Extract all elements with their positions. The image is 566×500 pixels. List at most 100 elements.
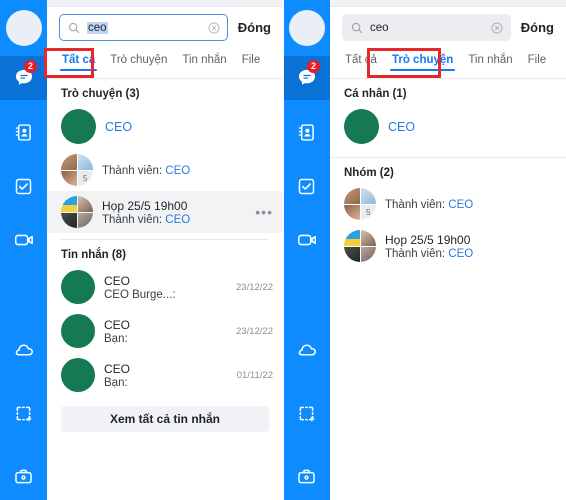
more-options-icon[interactable]: •••	[255, 205, 273, 219]
search-value-wrap: ceo	[87, 21, 202, 34]
group-avatar: 5	[344, 188, 376, 220]
avatar-tile	[360, 230, 376, 246]
tab-file[interactable]: File	[526, 52, 549, 73]
tab-file[interactable]: File	[240, 52, 263, 73]
tab-tro-chuyen[interactable]: Trò chuyện	[389, 52, 456, 73]
search-input[interactable]: ceo	[342, 14, 511, 41]
list-item[interactable]: Họp 25/5 19h00 Thành viên: CEO •••	[47, 191, 283, 233]
members-match: CEO	[165, 213, 191, 226]
right-content: ceo Đóng Tất cả Trò chuyện Tin nhắn File…	[330, 0, 566, 500]
left-app-rail: 2	[0, 0, 47, 500]
tab-tat-ca[interactable]: Tất cả	[343, 52, 379, 73]
avatar	[61, 314, 95, 348]
list-item[interactable]: CEO	[330, 104, 566, 149]
contact-name: CEO	[105, 119, 133, 134]
todo-checkbox-icon	[298, 178, 315, 194]
tab-tro-chuyen[interactable]: Trò chuyện	[108, 52, 169, 73]
briefcase-icon	[298, 469, 315, 483]
list-item[interactable]: CEO Bạn: 23/12/22	[47, 309, 283, 353]
group-title: Họp 25/5 19h00	[385, 232, 471, 247]
members-prefix: Thành viên:	[102, 164, 166, 177]
avatar-tile	[360, 246, 376, 262]
avatar	[61, 358, 95, 392]
avatar-tile	[77, 212, 93, 228]
tab-tin-nhan[interactable]: Tin nhắn	[180, 52, 228, 73]
sidebar-item-chat[interactable]: 2	[283, 56, 330, 100]
list-item-texts: Họp 25/5 19h00 Thành viên: CEO	[385, 233, 556, 260]
video-camera-icon	[297, 234, 316, 246]
sidebar-item-video[interactable]	[0, 218, 47, 262]
close-search-button[interactable]: Đóng	[519, 20, 556, 35]
list-item[interactable]: Họp 25/5 19h00 Thành viên: CEO	[330, 225, 566, 267]
clear-icon[interactable]	[208, 22, 220, 34]
avatar-tile	[344, 230, 360, 246]
members-prefix: Thành viên:	[385, 198, 449, 211]
sidebar-item-todo[interactable]	[283, 164, 330, 208]
group-members-line: Thành viên: CEO	[102, 214, 246, 226]
sidebar-item-chat[interactable]: 2	[0, 56, 47, 100]
avatar-tile	[61, 154, 77, 170]
search-icon	[351, 22, 363, 33]
search-value: ceo	[87, 21, 108, 34]
right-search-row: ceo Đóng	[330, 7, 566, 49]
members-match: CEO	[448, 198, 474, 211]
avatar[interactable]	[5, 10, 42, 46]
message-sender: CEO	[104, 317, 131, 332]
tab-tin-nhan[interactable]: Tin nhắn	[466, 52, 514, 73]
sidebar-item-contacts[interactable]	[0, 110, 47, 154]
avatar[interactable]	[288, 10, 325, 46]
avatar-tile	[77, 196, 93, 212]
list-item-texts: CEO	[388, 120, 556, 134]
tab-tat-ca[interactable]: Tất cả	[60, 52, 98, 73]
group-avatar	[344, 230, 376, 262]
sidebar-item-todo[interactable]	[0, 164, 47, 208]
message-preview: CEO Burge...:	[104, 288, 176, 301]
group-members-line: Thành viên: CEO	[102, 165, 273, 177]
left-tabs: Tất cả Trò chuyện Tin nhắn File	[47, 49, 283, 79]
message-time: 23/12/22	[236, 325, 273, 337]
sidebar-item-briefcase[interactable]	[283, 454, 330, 498]
left-panel: 2 ceo Đóng Tất cả Trò chuyện Tin nhắn Fi…	[0, 0, 283, 500]
sidebar-item-briefcase[interactable]	[0, 454, 47, 498]
message-sender: CEO	[104, 361, 131, 376]
message-preview: Bạn:	[104, 376, 128, 389]
section-title-messages: Tin nhắn (8)	[61, 249, 126, 261]
group-avatar	[61, 196, 93, 228]
briefcase-icon	[15, 469, 32, 483]
avatar	[61, 109, 96, 144]
contacts-icon	[15, 123, 31, 141]
cloud-icon	[298, 344, 316, 356]
sidebar-item-contacts[interactable]	[283, 110, 330, 154]
list-item-texts: CEO Bạn:	[104, 318, 221, 345]
list-item[interactable]: CEO CEO Burge...: 23/12/22	[47, 265, 283, 309]
list-item[interactable]: 5 Thành viên: CEO	[47, 149, 283, 191]
group-members-line: Thành viên: CEO	[385, 199, 556, 211]
list-item-texts: Thành viên: CEO	[385, 198, 556, 211]
message-time: 23/12/22	[236, 281, 273, 293]
screenshot-crop-icon	[299, 406, 315, 421]
see-all-messages-button[interactable]: Xem tất cả tin nhắn	[61, 406, 269, 432]
sidebar-item-cloud[interactable]	[0, 328, 47, 372]
avatar-tile	[360, 188, 376, 204]
sidebar-item-screenshot[interactable]	[0, 391, 47, 435]
sidebar-item-video[interactable]	[283, 218, 330, 262]
message-preview: Bạn:	[104, 332, 128, 345]
list-item[interactable]: CEO Bạn: 01/11/22	[47, 353, 283, 397]
members-prefix: Thành viên:	[102, 213, 166, 226]
avatar	[61, 270, 95, 304]
left-content: ceo Đóng Tất cả Trò chuyện Tin nhắn File…	[47, 0, 283, 500]
list-item-texts: CEO Bạn:	[104, 362, 222, 389]
clear-icon[interactable]	[491, 22, 503, 34]
avatar-tile	[344, 204, 360, 220]
list-item[interactable]: CEO	[47, 104, 283, 149]
section-title-groups: Nhóm (2)	[344, 167, 394, 179]
section-title-conversations: Trò chuyện (3)	[61, 88, 140, 100]
list-item[interactable]: 5 Thành viên: CEO	[330, 183, 566, 225]
close-search-button[interactable]: Đóng	[236, 20, 273, 35]
members-match: CEO	[165, 164, 191, 177]
section-title-individual: Cá nhân (1)	[344, 88, 407, 100]
sidebar-item-screenshot[interactable]	[283, 391, 330, 435]
search-input[interactable]: ceo	[59, 14, 228, 41]
group-member-count: 5	[77, 170, 93, 186]
sidebar-item-cloud[interactable]	[283, 328, 330, 372]
